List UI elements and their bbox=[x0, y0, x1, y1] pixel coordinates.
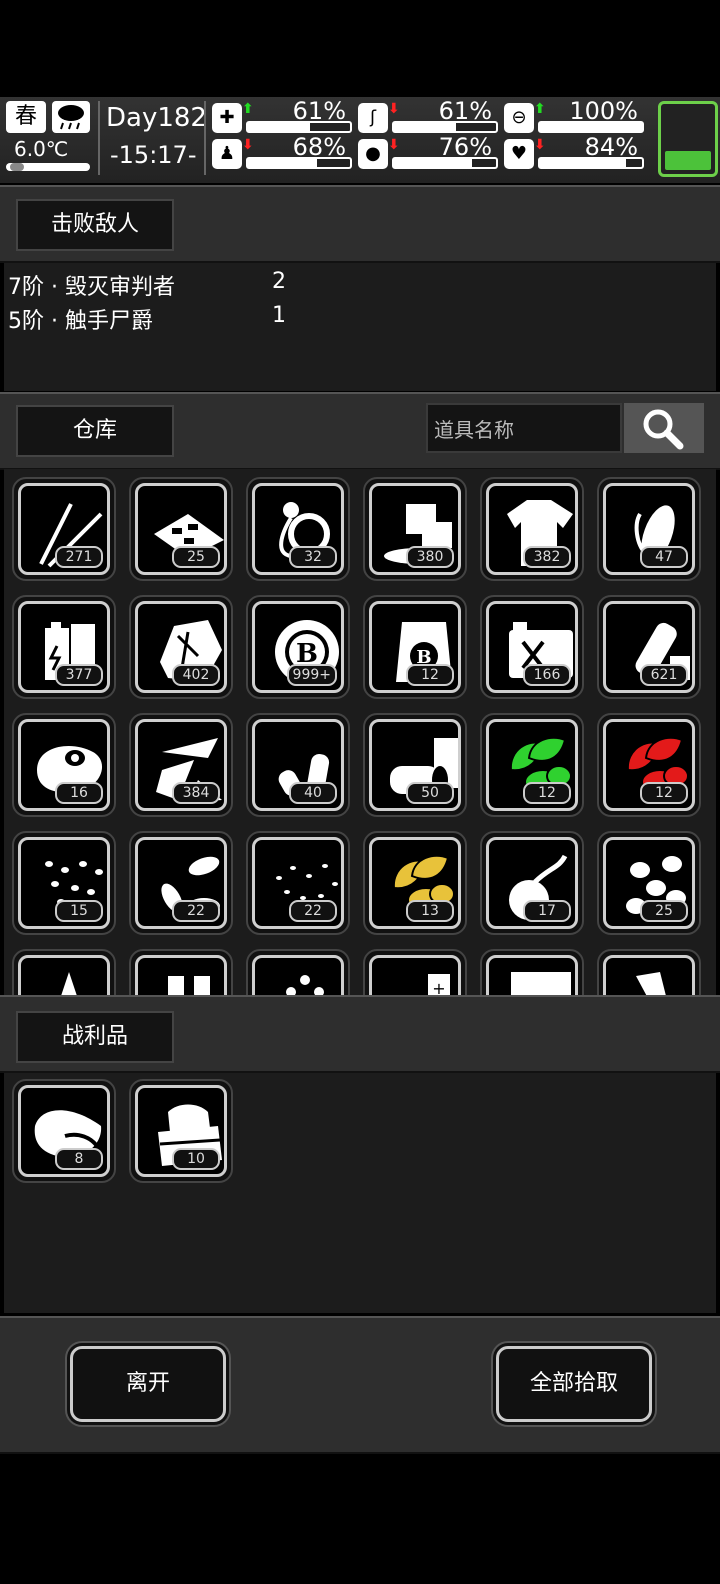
item-slot[interactable]: 382 bbox=[480, 477, 584, 581]
status-bar: 春 6.0℃ Day182 -15:17- ✚ ⬆ 61% ʃ ⬇ 61% ⊖ ⬆ 100% ♟ ⬇… bbox=[0, 97, 720, 183]
item-slot[interactable] bbox=[480, 949, 584, 995]
item-slot[interactable]: 621 bbox=[597, 595, 701, 699]
stat-bar bbox=[392, 157, 498, 169]
search-button[interactable] bbox=[624, 403, 704, 453]
item-count-badge: 402 bbox=[172, 664, 220, 686]
item-slot[interactable]: 8 bbox=[12, 1079, 116, 1183]
item-slot[interactable]: 50 bbox=[363, 713, 467, 817]
item-count-badge: 40 bbox=[289, 782, 337, 804]
item-count-badge: 47 bbox=[640, 546, 688, 568]
clock-time: -15:17- bbox=[110, 141, 197, 169]
item-slot[interactable]: 402 bbox=[129, 595, 233, 699]
item-count-badge: 12 bbox=[406, 664, 454, 686]
item-count-badge: 8 bbox=[55, 1148, 103, 1170]
item-count-badge: 22 bbox=[289, 900, 337, 922]
defeated-enemies-title: 击败敌人 bbox=[16, 199, 174, 251]
item-slot[interactable]: 47 bbox=[597, 477, 701, 581]
stat-bar bbox=[538, 121, 644, 133]
item-slot[interactable]: 271 bbox=[12, 477, 116, 581]
item-count-badge: 13 bbox=[406, 900, 454, 922]
season-label: 春 bbox=[6, 101, 46, 133]
item-count-badge: 17 bbox=[523, 900, 571, 922]
item-count-badge: 380 bbox=[406, 546, 454, 568]
warehouse-title: 仓库 bbox=[16, 405, 174, 457]
item-slot[interactable]: 13 bbox=[363, 831, 467, 935]
foot-icon: ♟ bbox=[212, 139, 242, 169]
item-slot[interactable]: 32 bbox=[246, 477, 350, 581]
enemy-name: 5阶 · 触手尸爵 bbox=[8, 309, 153, 334]
take-all-button[interactable]: 全部拾取 bbox=[496, 1346, 652, 1422]
item-slot[interactable]: 15 bbox=[12, 831, 116, 935]
stat-bar bbox=[538, 157, 644, 169]
item-slot[interactable] bbox=[246, 949, 350, 995]
item-slot[interactable] bbox=[129, 949, 233, 995]
item-count-badge: 32 bbox=[289, 546, 337, 568]
item-slot[interactable]: 12 bbox=[480, 713, 584, 817]
item-count-badge: 12 bbox=[640, 782, 688, 804]
item-count-badge: 377 bbox=[55, 664, 103, 686]
item-count-badge: 382 bbox=[523, 546, 571, 568]
item-slot[interactable]: 12 bbox=[597, 713, 701, 817]
rain-cloud-icon bbox=[52, 101, 90, 133]
item-count-badge: 10 bbox=[172, 1148, 220, 1170]
item-count-badge: 25 bbox=[640, 900, 688, 922]
item-search-input[interactable]: 道具名称 bbox=[426, 403, 622, 453]
item-slot[interactable]: 22 bbox=[246, 831, 350, 935]
stat-bar bbox=[246, 121, 352, 133]
medkit-icon: ✚ bbox=[212, 103, 242, 133]
item-slot[interactable]: 10 bbox=[129, 1079, 233, 1183]
item-slot[interactable]: 380 bbox=[363, 477, 467, 581]
battery-indicator bbox=[658, 101, 718, 177]
item-count-badge: 271 bbox=[55, 546, 103, 568]
item-slot[interactable]: 25 bbox=[597, 831, 701, 935]
item-slot[interactable]: + bbox=[363, 949, 467, 995]
water-drop-icon: ● bbox=[358, 139, 388, 169]
item-count-badge: 166 bbox=[523, 664, 571, 686]
stomach-icon: ʃ bbox=[358, 103, 388, 133]
heart-icon: ♥ bbox=[504, 139, 534, 169]
item-count-badge: 15 bbox=[55, 900, 103, 922]
item-slot[interactable]: 17 bbox=[480, 831, 584, 935]
search-icon bbox=[643, 409, 684, 450]
warehouse-grid: 271 25 32 380 382 47 377 402 B 999+ B 12 166 621 16 384… bbox=[4, 469, 716, 995]
item-slot[interactable] bbox=[12, 949, 116, 995]
item-slot[interactable]: B 999+ bbox=[246, 595, 350, 699]
item-slot[interactable]: 40 bbox=[246, 713, 350, 817]
stat-bar bbox=[392, 121, 498, 133]
item-count-badge: 16 bbox=[55, 782, 103, 804]
item-count-badge: 22 bbox=[172, 900, 220, 922]
item-count-badge: 50 bbox=[406, 782, 454, 804]
item-slot[interactable] bbox=[597, 949, 701, 995]
item-slot[interactable]: 16 bbox=[12, 713, 116, 817]
enemy-count: 2 bbox=[272, 269, 286, 294]
temperature-text: 6.0℃ bbox=[14, 137, 69, 161]
item-slot[interactable]: 166 bbox=[480, 595, 584, 699]
item-count-badge: 25 bbox=[172, 546, 220, 568]
enemy-list: 7阶 · 毁灭审判者 2 5阶 · 触手尸爵 1 bbox=[4, 263, 716, 391]
loot-title: 战利品 bbox=[16, 1011, 174, 1063]
temperature-bar bbox=[6, 163, 90, 171]
item-count-badge: 384 bbox=[172, 782, 220, 804]
enemy-count: 1 bbox=[272, 303, 286, 328]
item-slot[interactable]: 22 bbox=[129, 831, 233, 935]
leave-button[interactable]: 离开 bbox=[70, 1346, 226, 1422]
item-count-badge: 999+ bbox=[286, 664, 337, 686]
item-slot[interactable]: 384 bbox=[129, 713, 233, 817]
day-counter: Day182 bbox=[106, 103, 207, 133]
pill-icon: ⊖ bbox=[504, 103, 534, 133]
loot-grid: 8 10 bbox=[4, 1073, 716, 1313]
item-count-badge: 12 bbox=[523, 782, 571, 804]
item-slot[interactable]: 377 bbox=[12, 595, 116, 699]
item-count-badge: 621 bbox=[640, 664, 688, 686]
enemy-name: 7阶 · 毁灭审判者 bbox=[8, 275, 175, 300]
svg-text:+: + bbox=[432, 979, 445, 995]
stat-bar bbox=[246, 157, 352, 169]
item-slot[interactable]: B 12 bbox=[363, 595, 467, 699]
item-slot[interactable]: 25 bbox=[129, 477, 233, 581]
